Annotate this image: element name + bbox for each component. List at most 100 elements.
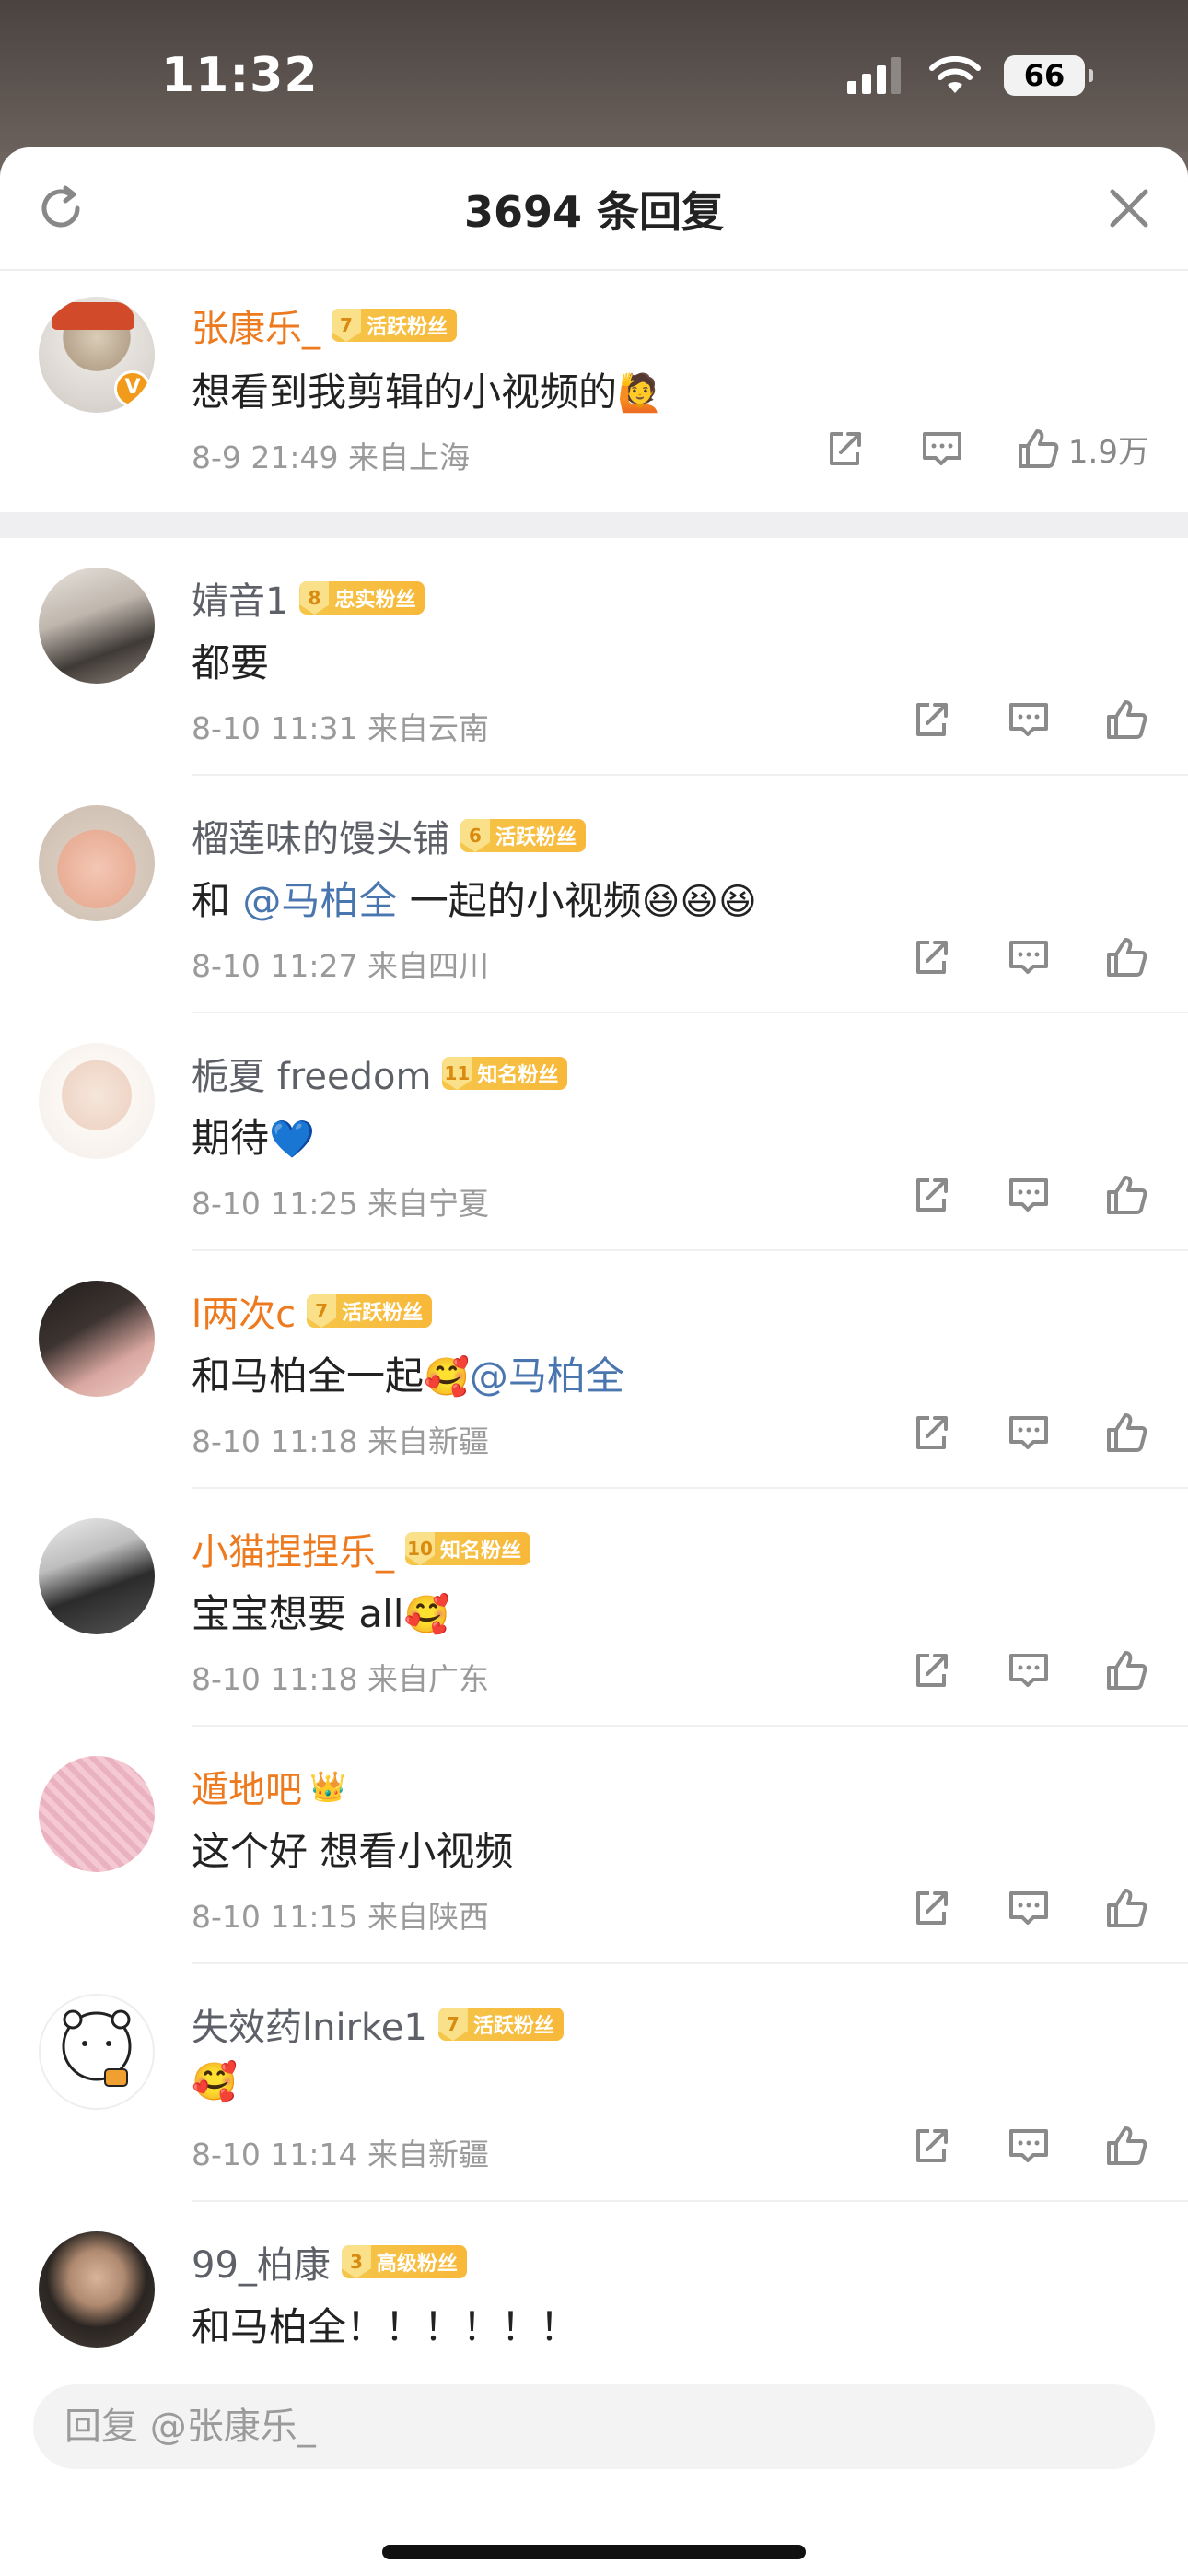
author-name[interactable]: 失效药lnirke1	[192, 1997, 427, 2051]
reply-button[interactable]	[1006, 1172, 1052, 1218]
share-icon	[916, 1178, 948, 1212]
avatar[interactable]	[39, 2231, 155, 2348]
fan-badge: 8 忠实粉丝	[299, 581, 425, 615]
reply-item: 失效药lnirke1 7 活跃粉丝 🥰 8-10 11:14 来自新疆	[0, 1964, 1188, 2202]
share-icon	[916, 1891, 948, 1925]
badge-text: 活跃粉丝	[495, 826, 577, 849]
share-button[interactable]	[821, 426, 868, 472]
comment-actions	[856, 2123, 1149, 2169]
comment-meta: 8-10 11:15 来自陕西	[192, 1899, 489, 1935]
status-bar: 11:32 66	[0, 0, 1188, 152]
comment-meta: 8-10 11:18 来自新疆	[192, 1423, 489, 1459]
like-button[interactable]	[1103, 1647, 1149, 1693]
like-button[interactable]	[1103, 1885, 1149, 1931]
share-button[interactable]	[908, 1410, 954, 1456]
like-button[interactable]	[1103, 2123, 1149, 2169]
comment-meta: 8-10 11:18 来自广东	[192, 1661, 489, 1697]
reply-item: 小猫捏捏乐_ 10 知名粉丝 宝宝想要 all🥰 8-10 11:18 来自广东	[0, 1489, 1188, 1727]
comment-text: 想看到我剪辑的小视频的🙋	[192, 361, 663, 417]
reply-input[interactable]: 回复 @张康乐_	[33, 2384, 1155, 2469]
comment-author[interactable]: 小猫捏捏乐_ 10 知名粉丝	[192, 1522, 531, 1575]
comment-icon	[1009, 2129, 1048, 2162]
reply-button[interactable]	[919, 426, 965, 472]
avatar[interactable]	[39, 1281, 155, 1397]
thumbs-up-icon	[1107, 938, 1147, 977]
comment-icon	[1009, 1891, 1048, 1925]
comment-author[interactable]: 99_柏康 3 高级粉丝	[192, 2235, 467, 2289]
avatar[interactable]	[39, 1518, 155, 1634]
comment-actions	[856, 1885, 1149, 1931]
comment-author[interactable]: 栀夏 freedom 11 知名粉丝	[192, 1047, 568, 1100]
laughing-emoji: 😆😆😆	[641, 881, 757, 923]
reply-button[interactable]	[1006, 1885, 1052, 1931]
author-name[interactable]: 小猫捏捏乐_	[192, 1522, 394, 1575]
author-name[interactable]: 遁地吧	[192, 1760, 302, 1813]
author-name[interactable]: 榴莲味的馒头铺	[192, 809, 449, 862]
main-comment: V 张康乐_ 7 活跃粉丝 想看到我剪辑的小视频的🙋 8-9 21:49 来自上…	[0, 269, 1188, 475]
fan-badge: 3 高级粉丝	[341, 2245, 467, 2278]
comment-text: 和马柏全一起🥰@马柏全	[192, 1345, 624, 1401]
like-button[interactable]	[1103, 1172, 1149, 1218]
avatar[interactable]	[39, 568, 155, 684]
close-icon[interactable]	[1105, 184, 1153, 232]
share-icon	[829, 432, 861, 465]
comment-author[interactable]: 张康乐_ 7 活跃粉丝	[192, 299, 458, 352]
share-button[interactable]	[908, 1885, 954, 1931]
reply-item: 遁地吧 👑 这个好 想看小视频 8-10 11:15 来自陕西	[0, 1727, 1188, 1964]
fan-badge: 7 活跃粉丝	[307, 1294, 433, 1328]
reply-button[interactable]	[1006, 934, 1052, 980]
badge-text: 活跃粉丝	[472, 2015, 554, 2038]
share-button[interactable]	[908, 1647, 954, 1693]
comment-text: 这个好 想看小视频	[192, 1829, 514, 1874]
share-button[interactable]	[908, 697, 954, 743]
reply-button[interactable]	[1006, 2123, 1052, 2169]
reply-item: l两次c 7 活跃粉丝 和马柏全一起🥰@马柏全 8-10 11:18 来自新疆	[0, 1251, 1188, 1489]
like-button[interactable]: 1.9万	[1017, 426, 1149, 472]
share-button[interactable]	[908, 2123, 954, 2169]
author-name[interactable]: l两次c	[192, 1284, 296, 1338]
in-love-emoji: 🥰	[403, 1594, 450, 1636]
avatar[interactable]	[39, 1043, 155, 1159]
comment-icon	[1009, 1178, 1048, 1212]
mention-link[interactable]: @马柏全	[242, 878, 397, 923]
avatar[interactable]: V	[39, 297, 155, 413]
verified-icon: V	[114, 370, 151, 407]
wifi-icon	[929, 56, 981, 93]
avatar[interactable]	[39, 1994, 155, 2110]
fan-badge: 7 活跃粉丝	[332, 309, 458, 342]
like-button[interactable]	[1103, 697, 1149, 743]
thumbs-up-icon	[1107, 700, 1147, 739]
comment-body-pre: 和马柏全一起	[192, 1353, 425, 1399]
share-button[interactable]	[908, 1172, 954, 1218]
mention-link[interactable]: @马柏全	[470, 1353, 624, 1399]
page-title: 3694 条回复	[463, 187, 725, 237]
avatar[interactable]	[39, 805, 155, 921]
reply-button[interactable]	[1006, 697, 1052, 743]
comment-author[interactable]: l两次c 7 活跃粉丝	[192, 1284, 433, 1338]
comment-meta: 8-9 21:49 来自上海	[192, 439, 470, 475]
comment-author[interactable]: 婧音1 8 忠实粉丝	[192, 571, 425, 625]
author-name[interactable]: 栀夏 freedom	[192, 1047, 431, 1100]
thumbs-up-icon	[1107, 1413, 1147, 1452]
comment-author[interactable]: 榴莲味的馒头铺 6 活跃粉丝	[192, 809, 587, 862]
author-name[interactable]: 99_柏康	[192, 2235, 331, 2289]
raise-hand-emoji: 🙋	[617, 372, 663, 415]
status-icons: 66	[847, 55, 1093, 96]
author-name[interactable]: 婧音1	[192, 571, 288, 625]
comment-icon	[1009, 1654, 1048, 1687]
comment-author[interactable]: 遁地吧 👑	[192, 1760, 346, 1813]
reply-button[interactable]	[1006, 1647, 1052, 1693]
fan-badge: 10 知名粉丝	[405, 1532, 531, 1565]
comment-text: 都要	[192, 640, 270, 685]
comment-text: 🥰	[192, 2058, 238, 2103]
comment-author[interactable]: 失效药lnirke1 7 活跃粉丝	[192, 1997, 564, 2051]
share-icon	[916, 1654, 948, 1687]
blue-heart-emoji: 💙	[269, 1118, 315, 1161]
share-button[interactable]	[908, 934, 954, 980]
reply-button[interactable]	[1006, 1410, 1052, 1456]
flower-face-emoji: 🥰	[192, 2061, 238, 2103]
like-button[interactable]	[1103, 934, 1149, 980]
like-button[interactable]	[1103, 1410, 1149, 1456]
author-name[interactable]: 张康乐_	[192, 299, 320, 352]
avatar[interactable]	[39, 1756, 155, 1872]
